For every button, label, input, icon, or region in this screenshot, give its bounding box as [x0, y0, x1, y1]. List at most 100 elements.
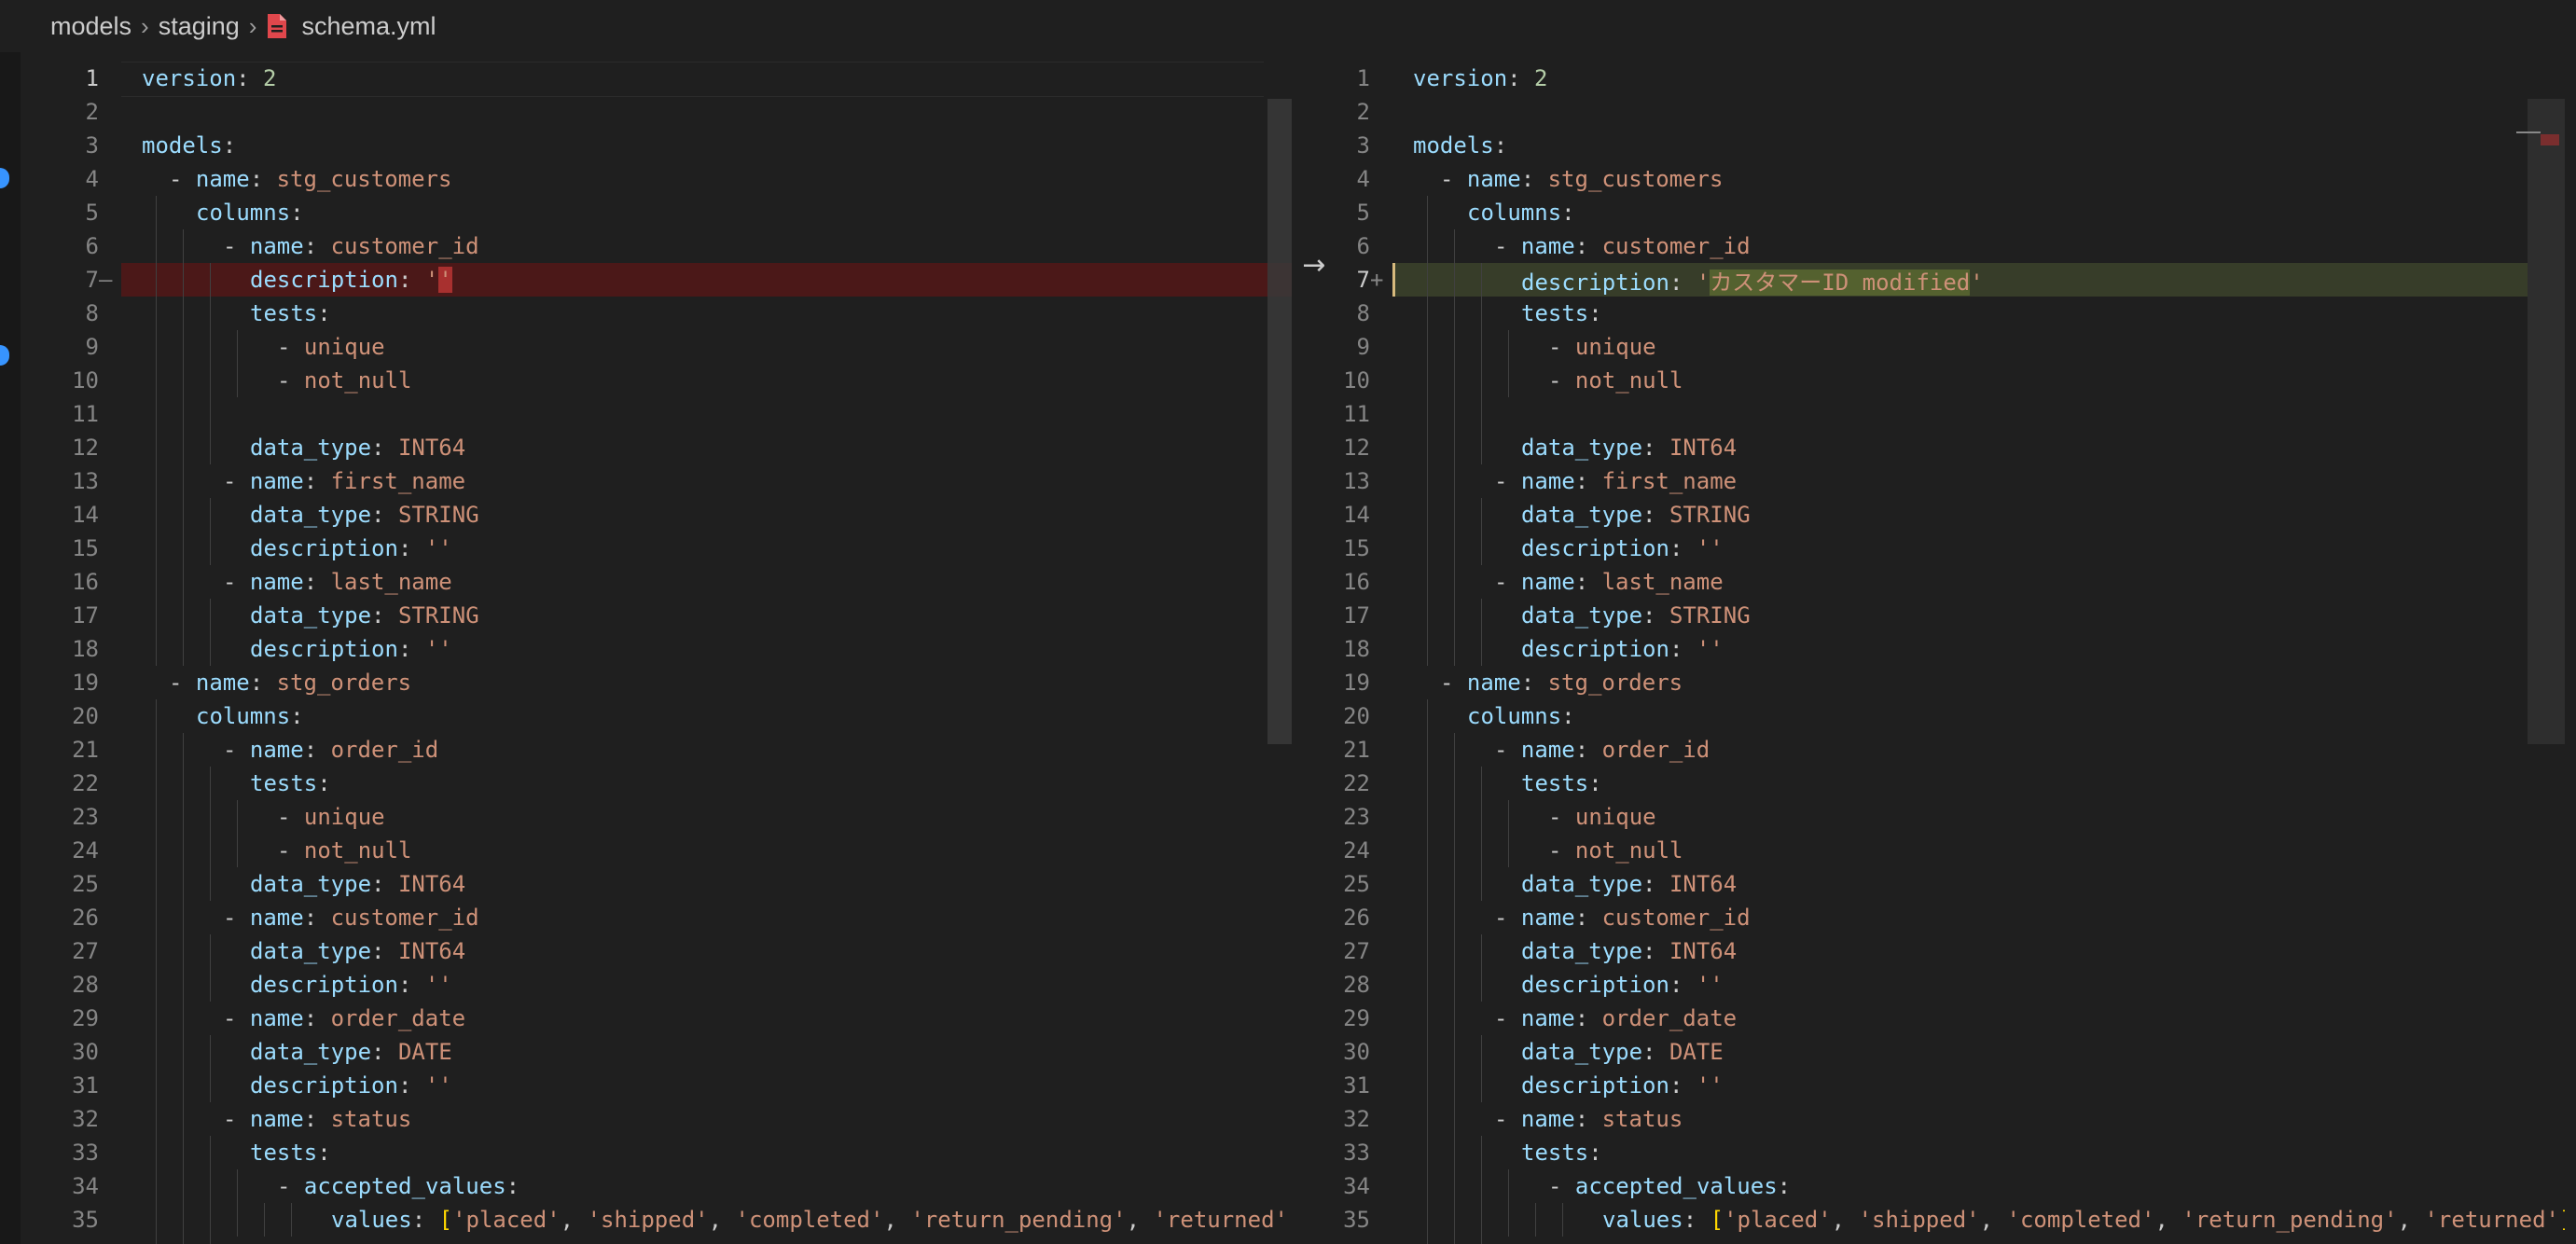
- code-text[interactable]: - name: order_id: [1470, 737, 1710, 763]
- code-text[interactable]: description: '': [226, 535, 452, 561]
- code-line[interactable]: 28 description: '': [21, 968, 1292, 1002]
- code-text[interactable]: tests:: [226, 1140, 331, 1166]
- code-text[interactable]: - name: order_date: [199, 1005, 465, 1031]
- code-text[interactable]: description: '': [226, 1072, 452, 1099]
- code-line[interactable]: 20 columns:: [1292, 699, 2565, 733]
- code-line[interactable]: 15 description: '': [1292, 532, 2565, 565]
- code-text[interactable]: description: '': [1497, 1072, 1724, 1099]
- code-text[interactable]: data_type: INT64: [226, 871, 465, 897]
- code-line[interactable]: 33 tests:: [1292, 1136, 2565, 1169]
- modified-editor-pane[interactable]: 1 version: 2 2 3 models: 4- name: stg_custome…: [1292, 52, 2565, 1244]
- code-text[interactable]: - unique: [253, 804, 385, 830]
- code-line[interactable]: 5 columns:: [1292, 196, 2565, 229]
- code-text[interactable]: description: '': [1497, 535, 1724, 561]
- code-line[interactable]: 29 - name: order_date: [21, 1002, 1292, 1035]
- code-line[interactable]: 1 version: 2: [21, 62, 1292, 97]
- code-line[interactable]: 18 description: '': [1292, 632, 2565, 666]
- code-text[interactable]: - unique: [1524, 334, 1656, 360]
- code-text[interactable]: data_type: STRING: [1497, 602, 1751, 629]
- code-line[interactable]: 5 columns:: [21, 196, 1292, 229]
- code-line[interactable]: 32 - name: status: [1292, 1102, 2565, 1136]
- code-text[interactable]: tests:: [1497, 1140, 1602, 1166]
- code-line[interactable]: 24 - not_null: [1292, 834, 2565, 867]
- code-line[interactable]: 36: [21, 1237, 1292, 1244]
- breadcrumb-item-file[interactable]: schema.yml: [301, 12, 436, 41]
- code-line[interactable]: 2: [21, 95, 1292, 129]
- code-line[interactable]: 13 - name: first_name: [21, 464, 1292, 498]
- code-text[interactable]: version: 2: [118, 65, 277, 91]
- code-line[interactable]: 3 models:: [21, 129, 1292, 162]
- code-text[interactable]: - not_null: [253, 837, 412, 864]
- code-line[interactable]: 22 tests:: [21, 767, 1292, 800]
- code-line[interactable]: 21 - name: order_id: [21, 733, 1292, 767]
- code-line[interactable]: 14 data_type: STRING: [1292, 498, 2565, 532]
- code-text[interactable]: - name: first_name: [1470, 468, 1737, 494]
- code-text[interactable]: description: '': [226, 972, 452, 998]
- code-text[interactable]: tests:: [1497, 770, 1602, 796]
- breadcrumb-item-staging[interactable]: staging: [159, 12, 240, 41]
- code-text[interactable]: data_type: STRING: [226, 602, 479, 629]
- code-line[interactable]: 3 models:: [1292, 129, 2565, 162]
- code-line[interactable]: 35 values: ['placed', 'shipped', 'complet…: [1292, 1203, 2565, 1237]
- code-text[interactable]: description: 'カスタマーID modified': [1497, 264, 1984, 297]
- code-text[interactable]: - name: customer_id: [199, 905, 479, 931]
- code-text[interactable]: - name: stg_orders: [145, 670, 411, 696]
- code-text[interactable]: models:: [118, 132, 236, 159]
- code-line[interactable]: 2: [1292, 95, 2565, 129]
- code-line[interactable]: 21 - name: order_id: [1292, 733, 2565, 767]
- code-text[interactable]: columns:: [172, 200, 304, 226]
- code-line[interactable]: 31 description: '': [1292, 1069, 2565, 1102]
- code-line[interactable]: 8 tests:: [1292, 297, 2565, 330]
- code-line[interactable]: 8 tests:: [21, 297, 1292, 330]
- code-text[interactable]: - name: customer_id: [1470, 905, 1751, 931]
- code-line[interactable]: 30 data_type: DATE: [21, 1035, 1292, 1069]
- code-line[interactable]: 28 description: '': [1292, 968, 2565, 1002]
- code-text[interactable]: models:: [1389, 132, 1507, 159]
- code-line[interactable]: 33 tests:: [21, 1136, 1292, 1169]
- code-line[interactable]: 4 - name: stg_customers: [1292, 162, 2565, 196]
- code-line[interactable]: 15 description: '': [21, 532, 1292, 565]
- code-line[interactable]: 10 - not_null: [1292, 364, 2565, 397]
- code-text[interactable]: values: ['placed', 'shipped', 'completed…: [307, 1207, 1292, 1233]
- code-text[interactable]: columns:: [1443, 200, 1575, 226]
- code-line[interactable]: 27 data_type: INT64: [21, 934, 1292, 968]
- code-text[interactable]: - name: customer_id: [199, 233, 479, 259]
- code-line[interactable]: 36: [1292, 1237, 2565, 1244]
- code-text[interactable]: - name: order_id: [199, 737, 438, 763]
- code-text[interactable]: columns:: [172, 703, 304, 729]
- code-text[interactable]: data_type: STRING: [226, 502, 479, 528]
- code-line[interactable]: 30 data_type: DATE: [1292, 1035, 2565, 1069]
- code-line[interactable]: 17 data_type: STRING: [1292, 599, 2565, 632]
- code-text[interactable]: columns:: [1443, 703, 1575, 729]
- code-text[interactable]: description: '': [226, 267, 452, 293]
- code-line[interactable]: 7 + description: 'カスタマーID modified': [1292, 263, 2565, 297]
- code-text[interactable]: tests:: [226, 300, 331, 326]
- code-line[interactable]: 29 - name: order_date: [1292, 1002, 2565, 1035]
- code-text[interactable]: data_type: INT64: [1497, 938, 1737, 964]
- breakpoint-marker[interactable]: [0, 345, 9, 366]
- code-text[interactable]: description: '': [226, 636, 452, 662]
- code-line[interactable]: 34 - accepted_values:: [21, 1169, 1292, 1203]
- code-line[interactable]: 13 - name: first_name: [1292, 464, 2565, 498]
- code-text[interactable]: - name: last_name: [1470, 569, 1724, 595]
- code-text[interactable]: - not_null: [1524, 367, 1683, 394]
- code-text[interactable]: - not_null: [1524, 837, 1683, 864]
- code-text[interactable]: data_type: STRING: [1497, 502, 1751, 528]
- code-text[interactable]: description: '': [1497, 972, 1724, 998]
- code-text[interactable]: - name: status: [199, 1106, 411, 1132]
- code-line[interactable]: 35 values: ['placed', 'shipped', 'complet…: [21, 1203, 1292, 1237]
- code-text[interactable]: data_type: DATE: [1497, 1039, 1724, 1065]
- code-line[interactable]: 12 data_type: INT64: [1292, 431, 2565, 464]
- code-text[interactable]: values: ['placed', 'shipped', 'completed…: [1578, 1207, 2565, 1233]
- code-text[interactable]: - name: status: [1470, 1106, 1683, 1132]
- code-text[interactable]: data_type: INT64: [226, 435, 465, 461]
- code-line[interactable]: 32 - name: status: [21, 1102, 1292, 1136]
- code-text[interactable]: tests:: [1497, 300, 1602, 326]
- code-text[interactable]: - not_null: [253, 367, 412, 394]
- original-editor-pane[interactable]: 1 version: 2 2 3 models: 4- name: stg_custome…: [21, 52, 1292, 1244]
- code-line[interactable]: 22 tests:: [1292, 767, 2565, 800]
- code-text[interactable]: data_type: DATE: [226, 1039, 452, 1065]
- code-text[interactable]: - name: stg_orders: [1416, 670, 1683, 696]
- code-line[interactable]: 20 columns:: [21, 699, 1292, 733]
- code-text[interactable]: data_type: INT64: [1497, 435, 1737, 461]
